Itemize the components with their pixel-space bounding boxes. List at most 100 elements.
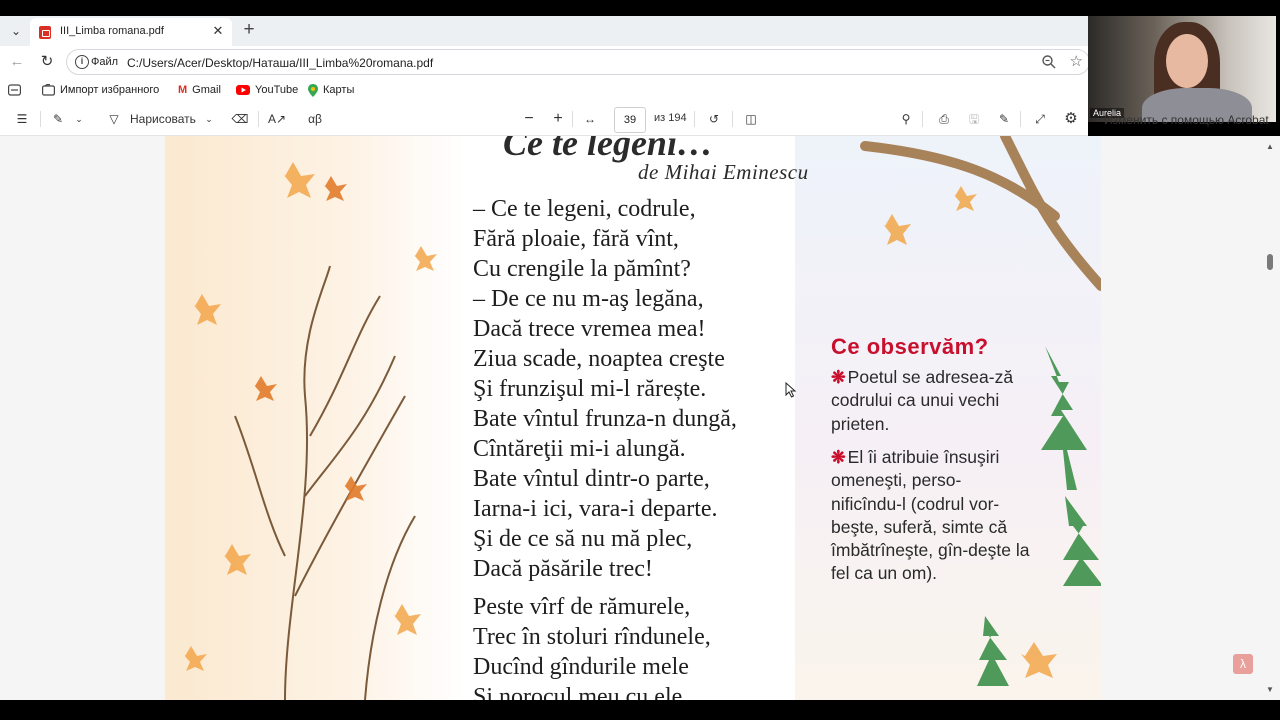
- poem-text: – Ce te legeni, codrule, Fără ploaie, fă…: [473, 194, 737, 700]
- read-aloud-icon[interactable]: A↗: [266, 110, 288, 128]
- toolbar-divider: [1020, 111, 1021, 127]
- poem-line: Cîntăreţii mi-i alungă.: [473, 436, 686, 462]
- print-icon[interactable]: ⎙: [934, 110, 954, 128]
- save-icon[interactable]: 🖫: [964, 110, 984, 128]
- poem-line: Dacă păsările trec!: [473, 556, 653, 582]
- toolbar-divider: [258, 111, 259, 127]
- fullscreen-icon[interactable]: ⤢: [1030, 110, 1050, 128]
- pdf-page: Ce te legeni… de Mihai Eminescu – Ce te …: [165, 136, 1101, 700]
- participant-face: [1166, 34, 1208, 88]
- toolbar-divider: [694, 111, 695, 127]
- save-as-icon[interactable]: ✎: [994, 110, 1014, 128]
- screen: ⌄ III_Limba romana.pdf ✕ + ← ↻ i Файл C:…: [0, 0, 1280, 720]
- acrobat-edit-caption[interactable]: Изменить с помощью Acrobat: [1104, 113, 1269, 127]
- address-url[interactable]: C:/Users/Acer/Desktop/Наташа/III_Limba%2…: [127, 56, 433, 70]
- scroll-up-arrow-icon[interactable]: ▲: [1266, 142, 1274, 151]
- draw-button-label[interactable]: Нарисовать: [130, 110, 196, 128]
- poem-line: Ziua scade, noaptea creşte: [473, 346, 725, 372]
- info-icon[interactable]: i: [75, 55, 89, 69]
- pdf-file-icon: [39, 26, 51, 39]
- poem-line: Peste vîrf de rămurele,: [473, 594, 691, 620]
- favorite-maps-label: Карты: [323, 84, 355, 96]
- poem-line: Cu crengile la pămînt?: [473, 256, 691, 282]
- observation-item: ❋ El îi atribuie însuşiri omeneşti, perso…: [831, 446, 1031, 586]
- draw-pen-icon[interactable]: ▽: [104, 110, 124, 128]
- red-star-bullet-icon: ❋: [831, 367, 846, 387]
- poem-line: Dacă trece vremea mea!: [473, 316, 706, 342]
- draw-chevron-icon[interactable]: ⌄: [202, 110, 216, 128]
- poem-line: Şi norocul meu cu ele.: [473, 684, 689, 700]
- poem-line: – Ce te legeni, codrule,: [473, 196, 696, 222]
- favorite-youtube-label: YouTube: [255, 84, 299, 96]
- close-tab-icon[interactable]: ✕: [210, 23, 226, 39]
- highlighter-icon[interactable]: ✎: [48, 110, 68, 128]
- webcam-video: Aurelia: [1088, 16, 1276, 122]
- tab-title: III_Limba romana.pdf: [60, 25, 164, 37]
- favorite-youtube[interactable]: YouTube: [236, 82, 298, 98]
- highlighter-chevron-icon[interactable]: ⌄: [72, 110, 86, 128]
- acrobat-icon[interactable]: λ: [1233, 654, 1253, 674]
- poem-author: de Mihai Eminescu: [638, 160, 809, 184]
- search-icon[interactable]: ⚲: [896, 110, 916, 128]
- address-scheme: Файл: [91, 56, 119, 68]
- page-number-input[interactable]: 39: [614, 107, 646, 133]
- bottom-letterbox: [0, 700, 1280, 720]
- address-bar[interactable]: i Файл C:/Users/Acer/Desktop/Наташа/III_…: [66, 49, 1090, 75]
- toolbar-divider: [572, 111, 573, 127]
- observations-title: Ce observăm?: [831, 334, 989, 359]
- favorite-maps[interactable]: Карты: [308, 82, 354, 98]
- navigation-bar: ← ↻ i Файл C:/Users/Acer/Desktop/Наташа/…: [0, 46, 1090, 78]
- poem-line: Trec în stoluri rîndunele,: [473, 624, 711, 650]
- poem-line: Fără ploaie, fără vînt,: [473, 226, 679, 252]
- poem-line: – De ce nu m-aş legăna,: [473, 286, 704, 312]
- page-total: из 194: [654, 112, 687, 124]
- new-tab-plus-icon[interactable]: +: [238, 19, 260, 41]
- mouse-cursor-icon: [785, 382, 797, 398]
- favorite-gmail[interactable]: M Gmail: [178, 82, 221, 98]
- observation-text: El îi atribuie însuşiri omeneşti, perso-…: [831, 447, 1030, 584]
- stanza-gap: [473, 584, 737, 592]
- tab-list-chevron-icon[interactable]: ⌄: [6, 21, 26, 41]
- translate-icon[interactable]: αβ: [304, 110, 326, 128]
- observation-item: ❋ Poetul se adresea-ză codrului ca unui v…: [831, 366, 1031, 436]
- tab-pdf[interactable]: III_Limba romana.pdf ✕: [30, 18, 232, 46]
- back-arrow-icon[interactable]: ←: [6, 52, 28, 72]
- favorites-bar: Импорт избранного M Gmail YouTube Карты: [0, 78, 1088, 102]
- red-star-bullet-icon: ❋: [831, 447, 846, 467]
- poem-line: Bate vîntul dintr-o parte,: [473, 466, 710, 492]
- toolbar-divider: [40, 111, 41, 127]
- sidebar-toggle-icon[interactable]: [8, 84, 21, 96]
- eraser-icon[interactable]: ⌫: [230, 110, 250, 128]
- favorites-import-label: Импорт избранного: [60, 84, 160, 96]
- fit-to-width-icon[interactable]: ↔: [580, 110, 600, 128]
- poem-line: Ducînd gîndurile mele: [473, 654, 689, 680]
- favorite-gmail-label: Gmail: [192, 84, 221, 96]
- document-viewport[interactable]: Ce te legeni… de Mihai Eminescu – Ce te …: [0, 136, 1280, 700]
- poem-line: Iarna-i ici, vara-i departe.: [473, 496, 718, 522]
- pdf-toolbar: ☰ ✎ ⌄ ▽ Нарисовать ⌄ ⌫ A↗ αβ − + ↔ 39 из…: [0, 102, 1088, 136]
- poem-line: Şi de ce să nu mă plec,: [473, 526, 693, 552]
- favorite-star-icon[interactable]: ☆: [1070, 52, 1083, 70]
- settings-gear-icon[interactable]: ⚙: [1060, 110, 1082, 128]
- toolbar-divider: [922, 111, 923, 127]
- observation-text: Poetul se adresea-ză codrului ca unui ve…: [831, 367, 1014, 434]
- maps-pin-icon: [308, 83, 318, 97]
- scroll-down-arrow-icon[interactable]: ▼: [1266, 685, 1274, 694]
- reload-icon[interactable]: ↻: [36, 52, 58, 72]
- contents-list-icon[interactable]: ☰: [12, 110, 32, 128]
- page-view-icon[interactable]: ◫: [740, 110, 762, 128]
- poem-line: Bate vîntul frunza-n dungă,: [473, 406, 737, 432]
- zoom-out-icon[interactable]: −: [520, 110, 538, 128]
- vertical-scrollbar[interactable]: ▲ ▼: [1262, 136, 1278, 700]
- toolbar-divider: [732, 111, 733, 127]
- scrollbar-thumb[interactable]: [1267, 254, 1273, 270]
- import-folder-icon: [42, 84, 55, 96]
- favorites-import[interactable]: Импорт избранного: [42, 82, 159, 98]
- rotate-icon[interactable]: ↺: [704, 110, 724, 128]
- tab-strip: ⌄ III_Limba romana.pdf ✕ +: [0, 16, 1088, 46]
- zoom-magnifier-icon[interactable]: [1041, 54, 1057, 70]
- youtube-icon: [236, 85, 250, 96]
- poem-line: Şi frunzişul mi-l rărește.: [473, 376, 707, 402]
- gmail-icon: M: [178, 84, 188, 97]
- zoom-in-icon[interactable]: +: [549, 110, 567, 128]
